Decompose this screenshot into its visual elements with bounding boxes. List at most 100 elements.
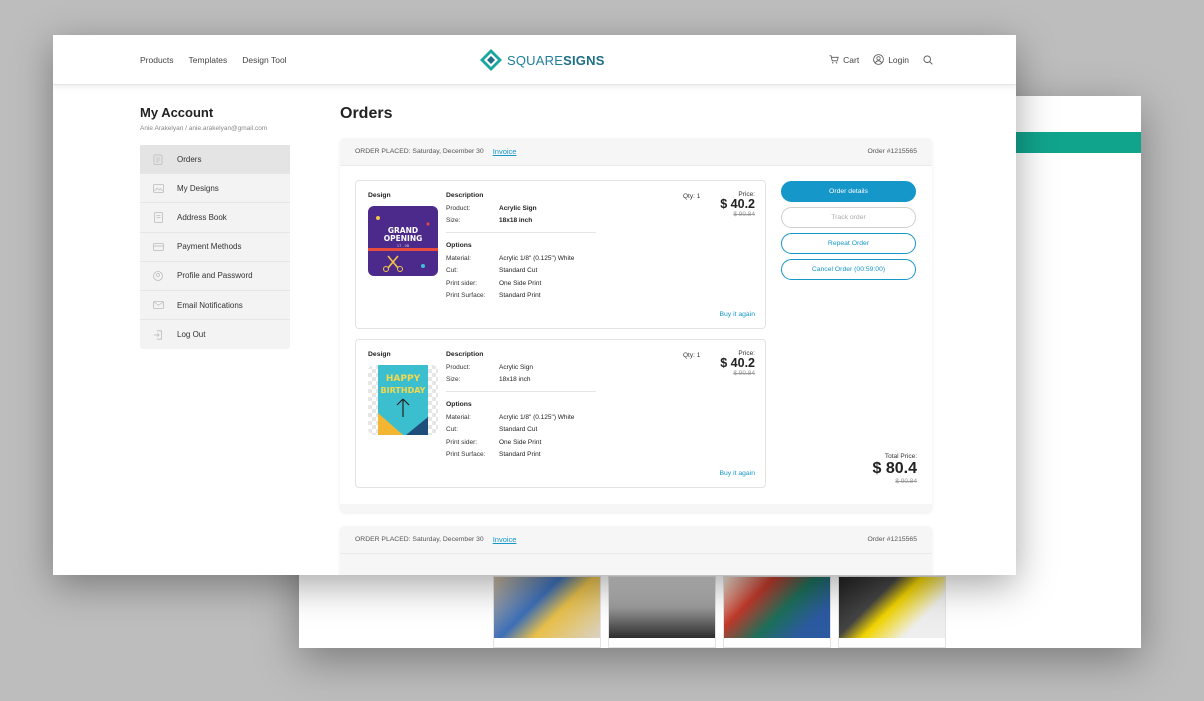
account-sidebar: My Account Anie Arakelyan / anie.arakely… — [140, 105, 290, 350]
sidebar-item-label: Profile and Password — [177, 271, 253, 281]
nav-right: Cart Login — [829, 54, 933, 65]
quantity: Qty: 1 — [683, 352, 701, 359]
login-link[interactable]: Login — [873, 54, 909, 65]
price: $ 40.2 — [720, 197, 755, 211]
material-row: Material: Acrylic 1/8" (0.125") White — [446, 414, 596, 421]
print-surface-value: Standard Print — [499, 292, 541, 299]
product-thumbnail[interactable] — [493, 576, 601, 648]
description-column: Description Product: Acrylic Sign Size: 18… — [446, 192, 596, 299]
thumb-text: BIRTHDAY — [381, 386, 426, 395]
order-number: Order #1215565 — [867, 536, 917, 543]
material-row: Material: Acrylic 1/8" (0.125") White — [446, 255, 596, 262]
print-surface-key: Print Surface: — [446, 292, 486, 299]
material-value: Acrylic 1/8" (0.125") White — [499, 254, 575, 262]
size-row: Size: 18x18 inch — [446, 376, 596, 383]
design-column: Design HAPPY BIRTHDAY — [368, 351, 438, 435]
logo-mark-icon — [480, 49, 502, 71]
options-label: Options — [446, 401, 472, 408]
design-label: Design — [368, 351, 391, 358]
cut-key: Cut: — [446, 267, 458, 274]
material-key: Material: — [446, 413, 471, 421]
print-sider-key: Print sider: — [446, 438, 478, 446]
order-card: ORDER PLACED: Saturday, December 30 Invo… — [340, 526, 932, 575]
design-thumbnail[interactable]: GRAND OPENING 17 . 08 — [368, 206, 438, 276]
nav-link-design-tool[interactable]: Design Tool — [242, 55, 286, 65]
print-surface-row: Print Surface: Standard Print — [446, 292, 596, 299]
search-button[interactable] — [923, 54, 933, 65]
cart-icon — [829, 55, 839, 64]
invoice-link[interactable]: Invoice — [493, 535, 517, 544]
size-value: 18x18 inch — [499, 217, 533, 224]
envelope-icon — [152, 300, 164, 311]
teal-banner — [1016, 132, 1141, 153]
order-header: ORDER PLACED: Saturday, December 30 Invo… — [340, 526, 932, 554]
material-key: Material: — [446, 254, 471, 262]
divider — [446, 232, 596, 233]
nav-link-templates[interactable]: Templates — [189, 55, 228, 65]
description-label: Description — [446, 351, 484, 358]
main-window: Products Templates Design Tool SQUARESIG… — [53, 35, 1016, 575]
login-label: Login — [888, 54, 909, 65]
product-row: Product: Acrylic Sign — [446, 364, 596, 371]
order-details-button[interactable]: Order details — [781, 181, 916, 202]
product-thumbnail[interactable] — [838, 576, 946, 648]
top-navigation: Products Templates Design Tool SQUARESIG… — [53, 35, 1016, 85]
sidebar-item-orders[interactable]: Orders — [140, 145, 290, 175]
total-label: Total Price: — [884, 453, 917, 460]
order-item: Design GRAND OPENING 17 . 08 Description… — [355, 180, 766, 329]
old-price: $ 90.84 — [733, 211, 755, 218]
buy-again-link[interactable]: Buy it again — [719, 470, 755, 477]
invoice-link[interactable]: Invoice — [493, 147, 517, 156]
credit-card-icon — [152, 241, 164, 252]
sidebar-item-my-designs[interactable]: My Designs — [140, 174, 290, 204]
nav-link-products[interactable]: Products — [140, 55, 174, 65]
image-icon — [152, 183, 164, 194]
order-total: Total Price: $ 80.4 $ 90.84 — [873, 453, 917, 485]
order-number: Order #1215565 — [867, 148, 917, 155]
price-box: Price: $ 40.2 $ 90.84 — [720, 191, 755, 218]
cart-link[interactable]: Cart — [829, 55, 859, 65]
sidebar-item-profile-and-password[interactable]: Profile and Password — [140, 262, 290, 291]
sidebar-item-label: Log Out — [177, 330, 206, 340]
buy-again-link[interactable]: Buy it again — [719, 311, 755, 318]
order-placed-date: ORDER PLACED: Saturday, December 30 — [355, 148, 484, 155]
cart-label: Cart — [843, 54, 860, 65]
cancel-order-button[interactable]: Cancel Order (00:59:00) — [781, 259, 916, 280]
thumb-text: HAPPY — [386, 374, 421, 384]
divider — [446, 391, 596, 392]
order-header: ORDER PLACED: Saturday, December 30 Invo… — [340, 138, 932, 166]
sidebar-item-address-book[interactable]: Address Book — [140, 203, 290, 233]
repeat-order-button[interactable]: Repeat Order — [781, 233, 916, 254]
order-card: ORDER PLACED: Saturday, December 30 Invo… — [340, 138, 932, 512]
clipboard-icon — [152, 154, 164, 165]
print-sider-row: Print sider: One Side Print — [446, 280, 596, 287]
product-thumbnail[interactable] — [608, 576, 716, 648]
total-price: $ 80.4 — [872, 460, 917, 477]
description-label: Description — [446, 192, 484, 199]
price: $ 40.2 — [720, 356, 755, 370]
sidebar-item-label: Orders — [177, 154, 202, 164]
book-icon — [152, 212, 164, 223]
search-icon — [923, 54, 933, 65]
design-thumbnail[interactable]: HAPPY BIRTHDAY — [368, 365, 438, 435]
account-menu: Orders My Designs Address Book Payment M… — [140, 145, 290, 350]
order-actions: Order details Track order Repeat Order C… — [781, 181, 916, 285]
old-price: $ 90.84 — [733, 370, 755, 377]
sidebar-item-payment-methods[interactable]: Payment Methods — [140, 233, 290, 262]
product-thumbnail[interactable] — [723, 576, 831, 648]
sidebar-item-log-out[interactable]: Log Out — [140, 320, 290, 349]
product-key: Product: — [446, 363, 471, 371]
account-user: Anie Arakelyan / anie.arakelyan@gmail.co… — [140, 125, 268, 132]
sidebar-item-email-notifications[interactable]: Email Notifications — [140, 291, 290, 321]
brand-logo[interactable]: SQUARESIGNS — [479, 48, 605, 72]
logout-icon — [152, 329, 164, 340]
print-sider-value: One Side Print — [499, 438, 542, 446]
design-column: Design GRAND OPENING 17 . 08 — [368, 192, 438, 276]
order-item: Design HAPPY BIRTHDAY Description Produc… — [355, 339, 766, 488]
user-circle-icon — [873, 54, 884, 65]
user-icon — [152, 270, 164, 281]
product-value: Acrylic Sign — [499, 204, 537, 212]
cut-value: Standard Cut — [499, 267, 538, 274]
size-key: Size: — [446, 217, 461, 224]
track-order-button[interactable]: Track order — [781, 207, 916, 228]
